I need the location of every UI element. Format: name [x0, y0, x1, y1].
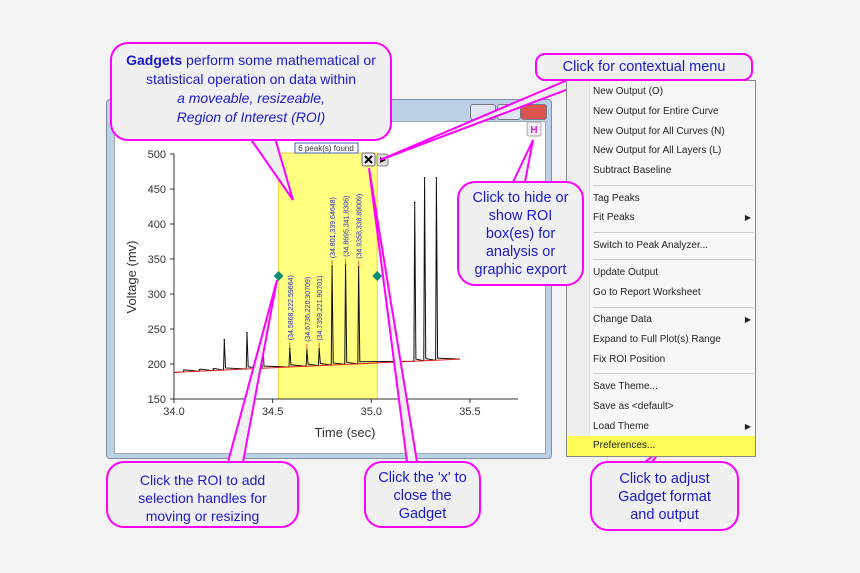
menu-item-label: New Output (O) [593, 86, 664, 97]
menu-separator [593, 373, 753, 375]
peak-label: (34.801,339.64648) [330, 197, 337, 258]
menu-item[interactable]: Tag Peaks [593, 190, 753, 208]
menu-item-label: Save as <default> [593, 400, 674, 412]
menu-item[interactable]: Load Theme ▶ [593, 418, 753, 436]
callout-tail-hide [511, 139, 534, 183]
menu-separator [593, 185, 753, 186]
y-tick-label: 200 [148, 359, 166, 371]
peak-label: (34.5868,222.59664) [288, 275, 295, 340]
peak-point [223, 338, 226, 341]
x-tick-label: 35.0 [361, 406, 382, 418]
peak-point [198, 368, 201, 371]
menu-item-label: Tag Peaks [593, 192, 640, 204]
menu-item-label: New Output for All Layers (L) [593, 145, 722, 157]
menu-item[interactable]: Fix ROI Position [593, 351, 753, 369]
x-tick-label: 35.5 [459, 406, 480, 418]
y-tick-label: 250 [148, 324, 166, 336]
menu-item-label: Fit Peaks [593, 212, 635, 224]
y-tick-label: 350 [148, 254, 166, 266]
menu-item[interactable]: New Output (O) [593, 83, 753, 101]
hide-roi-button[interactable]: H [526, 121, 542, 137]
gadgets-italic-2: Region of Interest (ROI) [176, 109, 326, 125]
peak-label: (34.9358,338.89009) [357, 194, 364, 259]
y-tick-label: 450 [148, 184, 166, 196]
context-menu: New Output (O) New Output for Entire Curv… [566, 80, 756, 457]
gadgets-italic-1: a moveable, resizeable, [177, 90, 325, 106]
x-tick-label: 34.0 [163, 406, 184, 418]
submenu-arrow-icon: ▶ [744, 213, 751, 223]
menu-item-label: Expand to Full Plot(s) Range [593, 333, 721, 345]
menu-item-label: Go to Report Worksheet [593, 286, 701, 298]
menu-item[interactable]: Expand to Full Plot(s) Range [593, 331, 753, 349]
x-tick-label: 34.5 [262, 406, 283, 418]
menu-item[interactable]: Change Data ▶ [593, 311, 753, 329]
menu-item-label: Subtract Baseline [593, 165, 672, 177]
menu-item[interactable]: Save as <default> [593, 398, 753, 416]
menu-item-label: Update Output [593, 266, 659, 278]
y-tick-label: 500 [148, 149, 166, 161]
callout-close-x: Click the 'x' to close the Gadget [364, 461, 481, 528]
menu-item-label: New Output for Entire Curve [593, 105, 719, 117]
callout-preferences: Click to adjust Gadget format and output [590, 461, 739, 531]
menu-item[interactable]: Save Theme... [593, 378, 753, 396]
menu-item-label: Save Theme... [593, 380, 658, 392]
callout-context-menu: Click for contextual menu [535, 53, 753, 81]
menu-item-label: Load Theme [593, 420, 649, 432]
menu-separator [593, 232, 753, 234]
hide-roi-icon: H [530, 125, 537, 136]
x-axis-label: Time (sec) [315, 425, 376, 440]
submenu-arrow-icon: ▶ [744, 421, 751, 431]
peak-point [413, 201, 416, 204]
menu-item[interactable]: Switch to Peak Analyzer... [593, 237, 753, 255]
callout-hide-show: Click to hide or show ROI box(es) for an… [457, 181, 584, 286]
callout-tail-roi [226, 279, 278, 463]
menu-item-label: Preferences... [593, 440, 656, 452]
menu-item[interactable]: New Output for All Curves (N) [593, 123, 753, 141]
menu-item[interactable]: Go to Report Worksheet [593, 284, 753, 302]
callout-tail-context [379, 78, 596, 161]
menu-item-label: Change Data [593, 314, 652, 325]
menu-item[interactable]: Update Output [593, 264, 753, 282]
peak-label: (34.6736,220.30709) [305, 277, 312, 342]
peak-label: (34.8695,341.8306) [344, 196, 351, 257]
peak-point [183, 369, 185, 372]
y-axis-label: Voltage (mv) [124, 241, 139, 314]
peak-point [212, 368, 215, 370]
menu-item[interactable]: New Output for All Layers (L) [593, 142, 753, 160]
callout-roi-click: Click the ROI to add selection handles f… [106, 461, 299, 528]
menu-item-label: Fix ROI Position [593, 353, 666, 365]
y-tick-label: 400 [148, 219, 166, 231]
menu-item-label: New Output for All Curves (N) [593, 125, 725, 137]
close-button[interactable] [361, 152, 376, 167]
menu-separator [593, 306, 753, 308]
menu-item[interactable]: Subtract Baseline [593, 162, 753, 180]
menu-item[interactable]: Fit Peaks ▶ [593, 209, 753, 227]
callout-gadgets: Gadgets perform some mathematical or sta… [110, 42, 392, 141]
menu-item[interactable]: Preferences... [593, 437, 753, 455]
y-tick-label: 150 [148, 394, 166, 406]
gadgets-bold: Gadgets [126, 52, 183, 68]
menu-item[interactable]: New Output for Entire Curve [593, 103, 753, 121]
y-tick-label: 300 [148, 289, 166, 301]
menu-item-label: Switch to Peak Analyzer... [593, 239, 709, 251]
peak-point [435, 177, 438, 179]
peaks-found-label: 6 peak(s) found [298, 144, 354, 153]
peak-label: (34.7359,221.90701) [317, 276, 324, 341]
submenu-arrow-icon: ▶ [744, 315, 751, 324]
peak-point [246, 331, 248, 334]
menu-separator [593, 259, 753, 261]
screenshot: 150 200 250 300 350 400 450 500 34.0 34.5 35.0 35.5… [0, 0, 860, 573]
peak-point [423, 177, 426, 179]
